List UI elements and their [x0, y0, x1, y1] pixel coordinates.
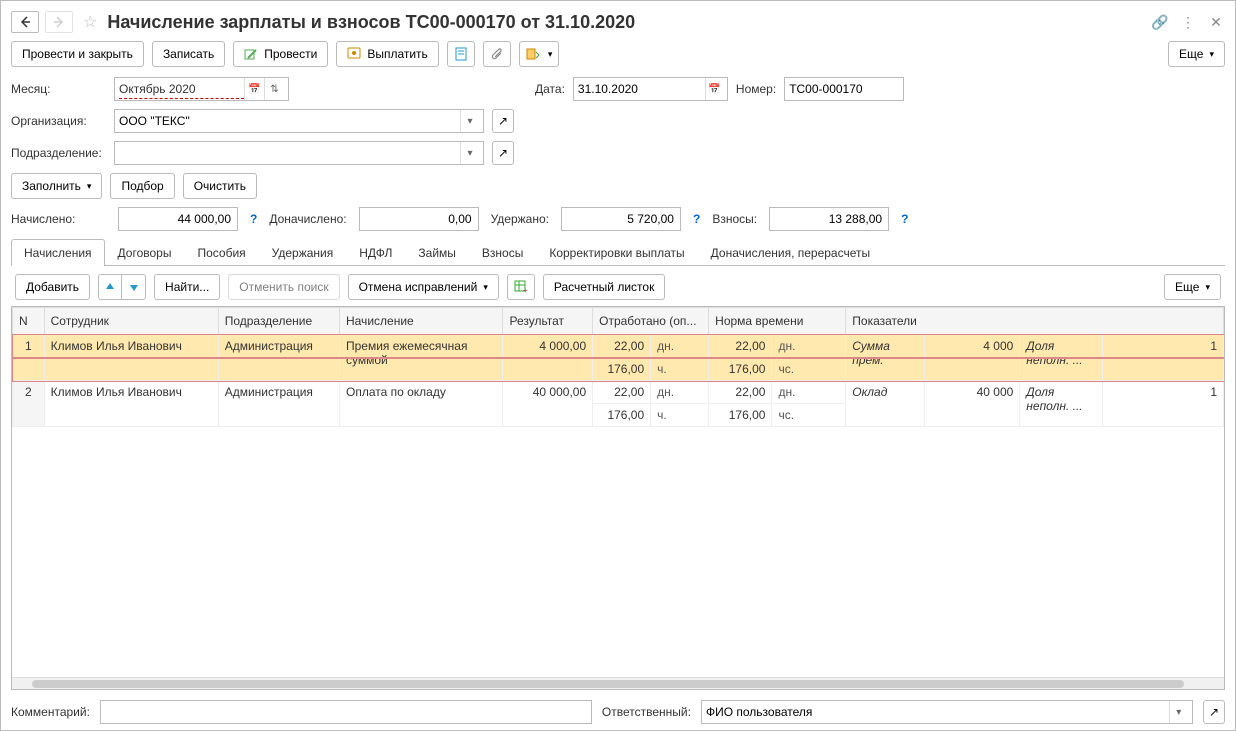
close-icon[interactable]: ✕: [1207, 13, 1225, 31]
post-button[interactable]: Провести: [233, 41, 328, 67]
chevron-down-icon[interactable]: ▾: [1169, 701, 1188, 723]
nav-back-button[interactable]: [11, 11, 39, 33]
post-and-close-button[interactable]: Провести и закрыть: [11, 41, 144, 67]
month-field[interactable]: Октябрь 2020 📅 ⇅: [114, 77, 289, 101]
responsible-label: Ответственный:: [602, 705, 691, 719]
tab-benefits[interactable]: Пособия: [184, 239, 258, 266]
tab-deductions[interactable]: Удержания: [259, 239, 347, 266]
dept-label: Подразделение:: [11, 146, 106, 160]
dept-field[interactable]: ▾: [114, 141, 484, 165]
dept-open-button[interactable]: ↗: [492, 141, 514, 165]
cancel-fix-button[interactable]: Отмена исправлений ▾: [348, 274, 499, 300]
number-label: Номер:: [736, 82, 776, 96]
col-indicators[interactable]: Показатели: [846, 308, 1224, 335]
table-row[interactable]: 2Климов Илья ИвановичАдминистрацияОплата…: [13, 381, 1224, 404]
responsible-open-button[interactable]: ↗: [1203, 700, 1225, 724]
date-field[interactable]: 📅: [573, 77, 728, 101]
spinner-icon[interactable]: ⇅: [264, 78, 284, 100]
payslip-button[interactable]: Расчетный листок: [543, 274, 665, 300]
addl-value: [359, 207, 479, 231]
move-down-button[interactable]: [122, 274, 146, 300]
grid-settings-button[interactable]: +: [507, 274, 535, 300]
table-row[interactable]: 1Климов Илья ИвановичАдминистрацияПремия…: [13, 335, 1224, 358]
save-button[interactable]: Записать: [152, 41, 225, 67]
help-icon[interactable]: ?: [250, 212, 257, 226]
tab-more-button[interactable]: Еще ▾: [1164, 274, 1221, 300]
tab-loans[interactable]: Займы: [405, 239, 469, 266]
add-row-button[interactable]: Добавить: [15, 274, 90, 300]
pay-button[interactable]: Выплатить: [336, 41, 439, 67]
contrib-label: Взносы:: [712, 212, 757, 226]
tab-pay-corrections[interactable]: Корректировки выплаты: [536, 239, 697, 266]
more-button[interactable]: Еще ▾: [1168, 41, 1225, 67]
kebab-menu-icon[interactable]: ⋮: [1179, 13, 1197, 31]
horizontal-scrollbar[interactable]: [12, 677, 1224, 689]
fill-button[interactable]: Заполнить ▾: [11, 173, 102, 199]
col-n[interactable]: N: [13, 308, 45, 335]
calendar-icon[interactable]: 📅: [244, 78, 264, 100]
col-result[interactable]: Результат: [503, 308, 593, 335]
col-dept[interactable]: Подразделение: [218, 308, 339, 335]
cancel-search-button: Отменить поиск: [228, 274, 339, 300]
col-worked[interactable]: Отработано (оп...: [593, 308, 709, 335]
org-field[interactable]: ▾: [114, 109, 484, 133]
accruals-grid[interactable]: N Сотрудник Подразделение Начисление Рез…: [11, 306, 1225, 690]
comment-label: Комментарий:: [11, 705, 90, 719]
help-icon[interactable]: ?: [901, 212, 908, 226]
accrued-value: [118, 207, 238, 231]
tab-recalculations[interactable]: Доначисления, перерасчеты: [698, 239, 883, 266]
addl-label: Доначислено:: [269, 212, 346, 226]
page-title: Начисление зарплаты и взносов ТС00-00017…: [107, 12, 1145, 33]
find-button[interactable]: Найти...: [154, 274, 220, 300]
attachment-button[interactable]: [483, 41, 511, 67]
nav-forward-button[interactable]: [45, 11, 73, 33]
help-icon[interactable]: ?: [693, 212, 700, 226]
col-employee[interactable]: Сотрудник: [44, 308, 218, 335]
tab-ndfl[interactable]: НДФЛ: [346, 239, 405, 266]
org-label: Организация:: [11, 114, 106, 128]
pick-button[interactable]: Подбор: [110, 173, 174, 199]
tab-accruals[interactable]: Начисления: [11, 239, 105, 266]
number-field[interactable]: [784, 77, 904, 101]
month-label: Месяц:: [11, 82, 106, 96]
link-icon[interactable]: 🔗: [1151, 13, 1169, 31]
tab-contracts[interactable]: Договоры: [105, 239, 185, 266]
withheld-value: [561, 207, 681, 231]
chevron-down-icon[interactable]: ▾: [460, 110, 479, 132]
date-label: Дата:: [535, 82, 565, 96]
col-norm[interactable]: Норма времени: [709, 308, 846, 335]
chevron-down-icon[interactable]: ▾: [460, 142, 479, 164]
svg-text:+: +: [523, 286, 528, 294]
accrued-label: Начислено:: [11, 212, 106, 226]
contrib-value: [769, 207, 889, 231]
tab-contributions[interactable]: Взносы: [469, 239, 536, 266]
withheld-label: Удержано:: [491, 212, 549, 226]
move-up-button[interactable]: [98, 274, 122, 300]
basis-button[interactable]: ▾: [519, 41, 560, 67]
tab-bar: Начисления Договоры Пособия Удержания НД…: [11, 239, 1225, 266]
post-icon: [244, 47, 258, 61]
comment-field[interactable]: [100, 700, 592, 724]
report-button[interactable]: [447, 41, 475, 67]
calendar-icon[interactable]: 📅: [705, 78, 723, 100]
favorite-star-icon[interactable]: ☆: [83, 12, 97, 32]
col-accrual[interactable]: Начисление: [339, 308, 502, 335]
responsible-field[interactable]: ▾: [701, 700, 1193, 724]
org-open-button[interactable]: ↗: [492, 109, 514, 133]
clear-button[interactable]: Очистить: [183, 173, 257, 199]
pay-icon: [347, 47, 361, 61]
